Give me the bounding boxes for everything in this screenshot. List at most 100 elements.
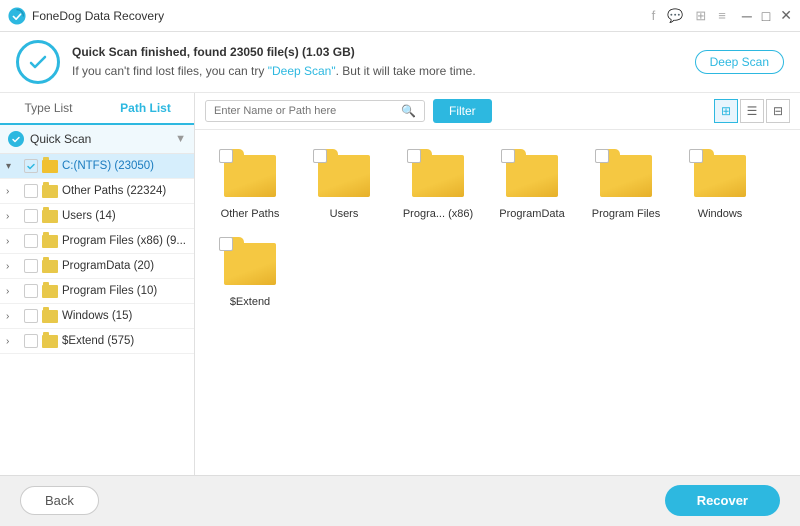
tab-path-list[interactable]: Path List [97,93,194,123]
sidebar-item-program-files[interactable]: › Program Files (10) [0,279,194,304]
quick-scan-arrow: ▼ [175,133,186,145]
folder-icon [42,335,58,348]
item-label: Program Files (x86) (9... [62,235,188,247]
item-label: ProgramData (20) [62,260,188,272]
checkbox-other-paths[interactable] [24,184,38,198]
item-label: Users (14) [62,210,188,222]
file-checkbox[interactable] [407,149,421,163]
list-view-button[interactable]: ☰ [740,99,764,123]
checkbox-users[interactable] [24,209,38,223]
bottom-bar: Back Recover [0,475,800,525]
checkbox-program-files[interactable] [24,284,38,298]
app-title: FoneDog Data Recovery [32,9,652,23]
quick-scan-row[interactable]: Quick Scan ▼ [0,125,194,154]
expand-icon: › [6,211,20,222]
checkbox-programdata[interactable] [24,259,38,273]
folder-icon [42,185,58,198]
root-checkbox[interactable] [24,159,38,173]
view-toggles: ⊞ ☰ ⊟ [714,99,790,123]
detail-view-button[interactable]: ⊟ [766,99,790,123]
folder-icon [42,285,58,298]
app-icon [8,7,26,25]
file-item-programdata[interactable]: ProgramData [487,144,577,228]
expand-icon: › [6,236,20,247]
sidebar-item-extend[interactable]: › $Extend (575) [0,329,194,354]
content-area: 🔍 Filter ⊞ ☰ ⊟ Other Paths [195,93,800,475]
close-button[interactable]: ✕ [780,7,792,24]
file-checkbox[interactable] [219,149,233,163]
expand-icon: › [6,311,20,322]
file-icon-wrap [411,151,465,201]
expand-icon: › [6,186,20,197]
expand-icon: › [6,286,20,297]
folder-icon [42,210,58,223]
search-input[interactable] [214,105,397,117]
file-item-users[interactable]: Users [299,144,389,228]
file-item-program-x86[interactable]: Progra... (x86) [393,144,483,228]
menu-icon[interactable]: ≡ [718,8,726,24]
chat-icon[interactable]: 💬 [667,8,683,24]
deep-scan-link[interactable]: "Deep Scan" [268,64,336,78]
notification-bar: Quick Scan finished, found 23050 file(s)… [0,32,800,93]
file-checkbox[interactable] [313,149,327,163]
file-icon-wrap [599,151,653,201]
checkbox-extend[interactable] [24,334,38,348]
filter-button[interactable]: Filter [433,99,492,123]
minimize-button[interactable]: ─ [742,8,752,24]
file-item-windows[interactable]: Windows [675,144,765,228]
file-name: Other Paths [221,207,280,221]
file-icon-wrap [223,151,277,201]
deep-scan-button[interactable]: Deep Scan [695,50,784,74]
sidebar: Type List Path List Quick Scan ▼ ▾ C:(NT… [0,93,195,475]
sidebar-item-other-paths[interactable]: › Other Paths (22324) [0,179,194,204]
quick-scan-label: Quick Scan [30,132,175,146]
grid-icon[interactable]: ⊞ [695,8,706,24]
file-item-extend[interactable]: $Extend [205,232,295,316]
sidebar-item-users[interactable]: › Users (14) [0,204,194,229]
file-icon-wrap [223,239,277,289]
file-checkbox[interactable] [501,149,515,163]
file-icon-wrap [317,151,371,201]
expand-icon: › [6,261,20,272]
sidebar-item-programdata[interactable]: › ProgramData (20) [0,254,194,279]
window-controls: ─ □ ✕ [742,7,792,24]
item-label: $Extend (575) [62,335,188,347]
root-expand-icon: ▾ [6,161,20,172]
back-button[interactable]: Back [20,486,99,515]
folder-icon [42,260,58,273]
sidebar-item-program-files-x86[interactable]: › Program Files (x86) (9... [0,229,194,254]
recover-button[interactable]: Recover [665,485,780,516]
checkbox-windows[interactable] [24,309,38,323]
file-name: Windows [698,207,743,221]
checkbox-program-x86[interactable] [24,234,38,248]
tab-bar: Type List Path List [0,93,194,125]
file-item-program-files[interactable]: Program Files [581,144,671,228]
maximize-button[interactable]: □ [762,8,770,24]
item-label: Program Files (10) [62,285,188,297]
file-item-other-paths[interactable]: Other Paths [205,144,295,228]
root-label: C:(NTFS) (23050) [62,160,188,172]
status-icon [16,40,60,84]
file-icon-wrap [693,151,747,201]
file-checkbox[interactable] [595,149,609,163]
notification-text: Quick Scan finished, found 23050 file(s)… [72,43,683,81]
file-checkbox[interactable] [219,237,233,251]
root-folder-icon [42,160,58,173]
folder-icon [42,310,58,323]
sidebar-item-windows[interactable]: › Windows (15) [0,304,194,329]
file-checkbox[interactable] [689,149,703,163]
toolbar: 🔍 Filter ⊞ ☰ ⊟ [195,93,800,130]
tab-type-list[interactable]: Type List [0,93,97,123]
file-name: $Extend [230,295,270,309]
item-label: Other Paths (22324) [62,185,188,197]
grid-view-button[interactable]: ⊞ [714,99,738,123]
file-name: Program Files [592,207,660,221]
file-name: ProgramData [499,207,564,221]
notif-suffix: . But it will take more time. [336,64,476,78]
title-bar: FoneDog Data Recovery f 💬 ⊞ ≡ ─ □ ✕ [0,0,800,32]
scan-result-text: Quick Scan finished, found 23050 file(s)… [72,45,355,59]
sidebar-content: Quick Scan ▼ ▾ C:(NTFS) (23050) › Other … [0,125,194,475]
tree-root-node[interactable]: ▾ C:(NTFS) (23050) [0,154,194,179]
facebook-icon[interactable]: f [652,8,656,24]
main-area: Type List Path List Quick Scan ▼ ▾ C:(NT… [0,93,800,475]
